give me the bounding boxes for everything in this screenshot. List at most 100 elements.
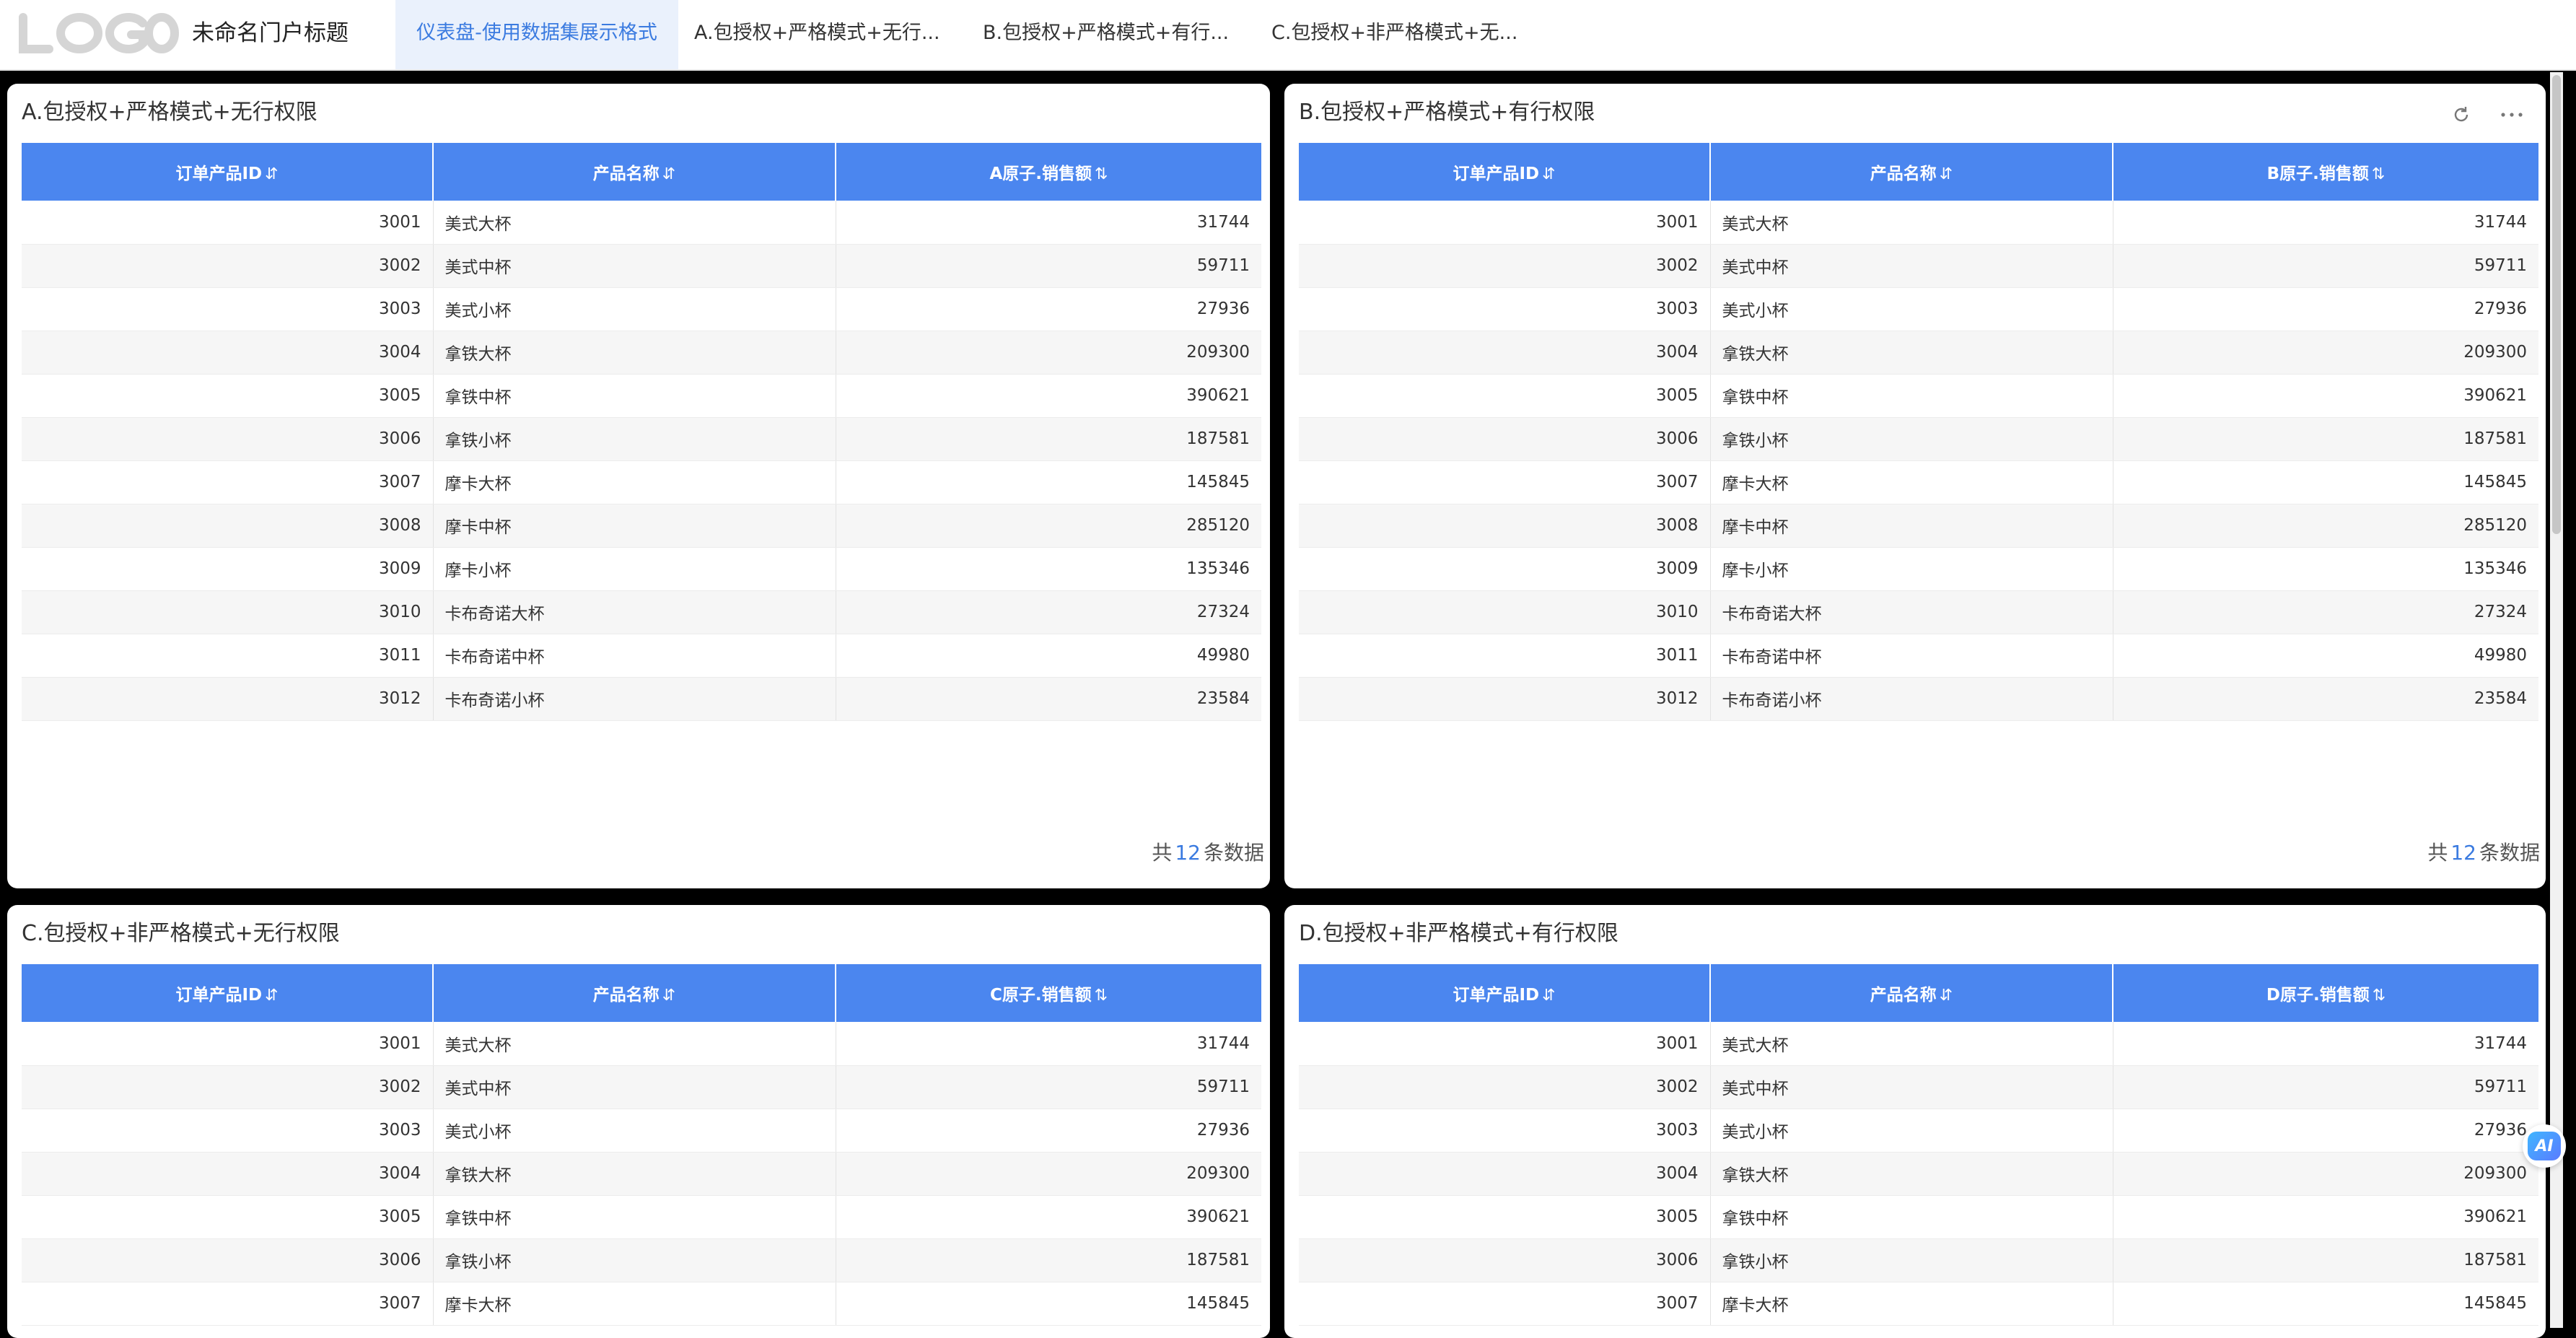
column-header-order-product-id[interactable]: 订单产品ID ⇵	[22, 964, 434, 1022]
table-row[interactable]: 3006 拿铁小杯 187581	[1299, 1238, 2538, 1282]
cell-order-product-id: 3012	[1299, 677, 1711, 721]
table-row[interactable]: 3003 美式小杯 27936	[1299, 1109, 2538, 1153]
table-row[interactable]: 3011 卡布奇诺中杯 49980	[22, 634, 1261, 678]
column-header-order-product-id[interactable]: 订单产品ID ⇵	[22, 143, 434, 201]
table-row[interactable]: 3006 拿铁小杯 187581	[1299, 417, 2538, 461]
page-scrollbar-thumb[interactable]	[2552, 75, 2561, 534]
table-row[interactable]: 3002 美式中杯 59711	[22, 244, 1261, 288]
table-row[interactable]: 3003 美式小杯 27936	[1299, 287, 2538, 331]
cell-order-product-id: 3008	[1299, 504, 1711, 548]
column-header-product-name[interactable]: 产品名称 ⇵	[433, 964, 836, 1022]
cell-product-name: 摩卡中杯	[433, 504, 836, 548]
table-row[interactable]: 3007 摩卡大杯 145845	[22, 1282, 1261, 1326]
table-row[interactable]: 3012 卡布奇诺小杯 23584	[22, 677, 1261, 721]
sort-icon[interactable]: ⇵	[265, 165, 278, 183]
table-row[interactable]: 3003 美式小杯 27936	[22, 287, 1261, 331]
column-header-sales[interactable]: D原子.销售额 ⇅	[2113, 964, 2538, 1022]
column-header-sales[interactable]: A原子.销售额 ⇅	[836, 143, 1261, 201]
tab-a[interactable]: A.包授权+严格模式+无行...	[678, 0, 967, 69]
table-row[interactable]: 3004 拿铁大杯 209300	[22, 1152, 1261, 1196]
table-row[interactable]: 3001 美式大杯 31744	[1299, 1022, 2538, 1066]
column-header-sales[interactable]: C原子.销售额 ⇅	[836, 964, 1261, 1022]
tab-dashboard[interactable]: 仪表盘-使用数据集展示格式	[395, 0, 678, 69]
table-row[interactable]: 3004 拿铁大杯 209300	[22, 331, 1261, 375]
cell-product-name: 美式中杯	[433, 1065, 836, 1109]
cell-product-name: 美式小杯	[433, 287, 836, 331]
column-header-sales[interactable]: B原子.销售额 ⇅	[2113, 143, 2538, 201]
table-row[interactable]: 3003 美式小杯 27936	[22, 1109, 1261, 1153]
table-row[interactable]: 3004 拿铁大杯 209300	[1299, 1152, 2538, 1196]
table-row[interactable]: 3009 摩卡小杯 135346	[1299, 547, 2538, 591]
cell-sales: 27324	[2113, 590, 2538, 634]
sort-icon[interactable]: ⇅	[2373, 987, 2386, 1005]
cell-product-name: 摩卡大杯	[433, 460, 836, 504]
cell-product-name: 美式中杯	[1710, 1065, 2113, 1109]
logo[interactable]	[17, 12, 179, 55]
tab-c[interactable]: C.包授权+非严格模式+无...	[1256, 0, 1544, 69]
column-header-product-name[interactable]: 产品名称 ⇵	[1710, 964, 2113, 1022]
table-row[interactable]: 3006 拿铁小杯 187581	[22, 1238, 1261, 1282]
logo-icon	[19, 13, 179, 53]
sort-icon[interactable]: ⇵	[662, 987, 675, 1005]
sort-icon[interactable]: ⇵	[662, 165, 675, 183]
table-row[interactable]: 3008 摩卡中杯 285120	[1299, 504, 2538, 548]
column-header-product-name[interactable]: 产品名称 ⇵	[433, 143, 836, 201]
more-icon[interactable]	[2500, 102, 2524, 127]
table-row[interactable]: 3002 美式中杯 59711	[1299, 1065, 2538, 1109]
table-row[interactable]: 3010 卡布奇诺大杯 27324	[1299, 590, 2538, 634]
table-row[interactable]: 3005 拿铁中杯 390621	[1299, 374, 2538, 418]
table-row[interactable]: 3001 美式大杯 31744	[22, 1022, 1261, 1066]
cell-order-product-id: 3005	[1299, 1195, 1711, 1239]
sort-icon[interactable]: ⇵	[1542, 987, 1555, 1005]
table-row[interactable]: 3012 卡布奇诺小杯 23584	[1299, 677, 2538, 721]
table-row[interactable]: 3009 摩卡小杯 135346	[22, 547, 1261, 591]
ai-assistant-button[interactable]: AI	[2523, 1124, 2566, 1168]
table-row[interactable]: 3006 拿铁小杯 187581	[22, 417, 1261, 461]
table-row[interactable]: 3004 拿铁大杯 209300	[1299, 331, 2538, 375]
record-count: 共 12 条数据	[2427, 839, 2540, 867]
cell-sales: 187581	[836, 1238, 1261, 1282]
cell-product-name: 拿铁大杯	[1710, 1152, 2113, 1196]
table-row[interactable]: 3008 摩卡中杯 285120	[22, 504, 1261, 548]
cell-order-product-id: 3004	[1299, 1152, 1711, 1196]
table-row[interactable]: 3005 拿铁中杯 390621	[22, 1195, 1261, 1239]
table-row[interactable]: 3007 摩卡大杯 145845	[1299, 1282, 2538, 1326]
cell-order-product-id: 3001	[1299, 201, 1711, 245]
table-row[interactable]: 3007 摩卡大杯 145845	[22, 460, 1261, 504]
column-header-order-product-id[interactable]: 订单产品ID ⇵	[1299, 964, 1711, 1022]
sort-icon[interactable]: ⇵	[1940, 987, 1953, 1005]
table-row[interactable]: 3005 拿铁中杯 390621	[22, 374, 1261, 418]
cell-sales: 27936	[836, 287, 1261, 331]
panel-d: D.包授权+非严格模式+有行权限 订单产品ID ⇵ 产品名称 ⇵ D原子.销售额 ⇅ …	[1284, 905, 2546, 1338]
cell-order-product-id: 3009	[1299, 547, 1711, 591]
cell-product-name: 摩卡小杯	[433, 547, 836, 591]
table-row[interactable]: 3002 美式中杯 59711	[1299, 244, 2538, 288]
column-header-product-name[interactable]: 产品名称 ⇵	[1710, 143, 2113, 201]
sort-icon[interactable]: ⇅	[1095, 987, 1108, 1005]
sort-icon[interactable]: ⇅	[2372, 165, 2385, 183]
record-count-suffix: 条数据	[1203, 841, 1264, 865]
table-row[interactable]: 3007 摩卡大杯 145845	[1299, 460, 2538, 504]
record-count-number: 12	[1175, 841, 1201, 865]
sort-icon[interactable]: ⇵	[1940, 165, 1953, 183]
cell-order-product-id: 3003	[1299, 287, 1711, 331]
table-row[interactable]: 3005 拿铁中杯 390621	[1299, 1195, 2538, 1239]
refresh-icon[interactable]	[2449, 102, 2474, 127]
sort-icon[interactable]: ⇵	[265, 987, 278, 1005]
cell-product-name: 美式小杯	[433, 1109, 836, 1153]
table-row[interactable]: 3011 卡布奇诺中杯 49980	[1299, 634, 2538, 678]
table-row[interactable]: 3002 美式中杯 59711	[22, 1065, 1261, 1109]
table-row[interactable]: 3010 卡布奇诺大杯 27324	[22, 590, 1261, 634]
column-header-order-product-id[interactable]: 订单产品ID ⇵	[1299, 143, 1711, 201]
cell-order-product-id: 3011	[22, 634, 434, 678]
sort-icon[interactable]: ⇅	[1095, 165, 1108, 183]
cell-sales: 59711	[836, 1065, 1261, 1109]
panel-c: C.包授权+非严格模式+无行权限 订单产品ID ⇵ 产品名称 ⇵ C原子.销售额 ⇅ …	[7, 905, 1270, 1338]
cell-sales: 23584	[2113, 677, 2538, 721]
cell-order-product-id: 3010	[22, 590, 434, 634]
table-row[interactable]: 3001 美式大杯 31744	[22, 201, 1261, 245]
tab-b[interactable]: B.包授权+严格模式+有行...	[967, 0, 1256, 69]
tab-bar: 仪表盘-使用数据集展示格式 A.包授权+严格模式+无行... B.包授权+严格模…	[395, 0, 1544, 69]
sort-icon[interactable]: ⇵	[1542, 165, 1555, 183]
table-row[interactable]: 3001 美式大杯 31744	[1299, 201, 2538, 245]
